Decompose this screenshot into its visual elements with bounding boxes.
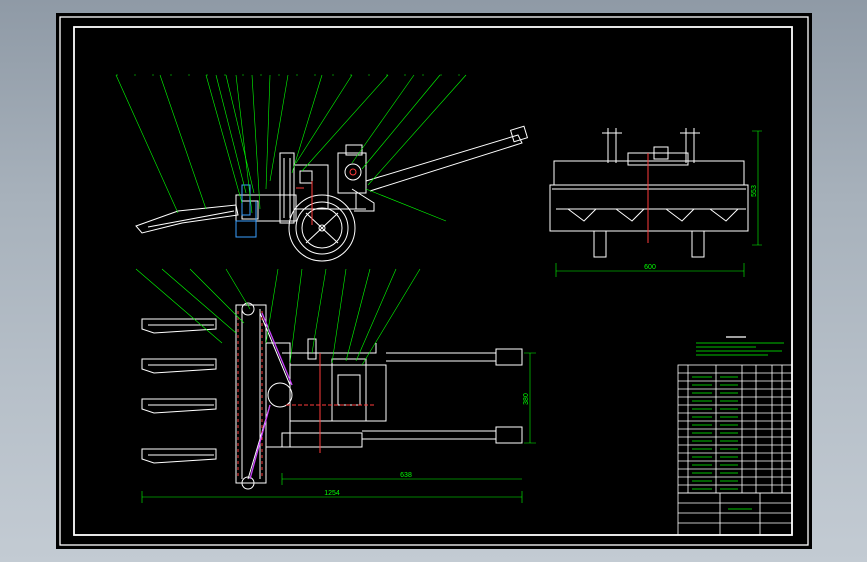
plan-inner-dimension: 638 (400, 472, 412, 479)
cad-drawing: 600 553 1254 638 380 (59, 16, 809, 546)
plan-view-highlight (249, 312, 293, 480)
title-block (677, 364, 793, 536)
plan-view-accent (237, 311, 374, 479)
cad-drawing-viewport[interactable]: 600 553 1254 638 380 (56, 13, 812, 549)
side-view-leaders (115, 74, 468, 222)
side-view (135, 125, 529, 262)
sheet-inner-border (73, 26, 793, 536)
front-height-dimension: 553 (751, 185, 758, 197)
plan-handle-dimension: 380 (523, 393, 530, 405)
front-width-dimension: 600 (644, 264, 656, 271)
plan-view (141, 302, 523, 490)
sheet-outer-border (59, 16, 809, 546)
front-view (549, 128, 749, 258)
technical-notes (696, 336, 784, 356)
plan-total-dimension: 1254 (324, 490, 340, 497)
